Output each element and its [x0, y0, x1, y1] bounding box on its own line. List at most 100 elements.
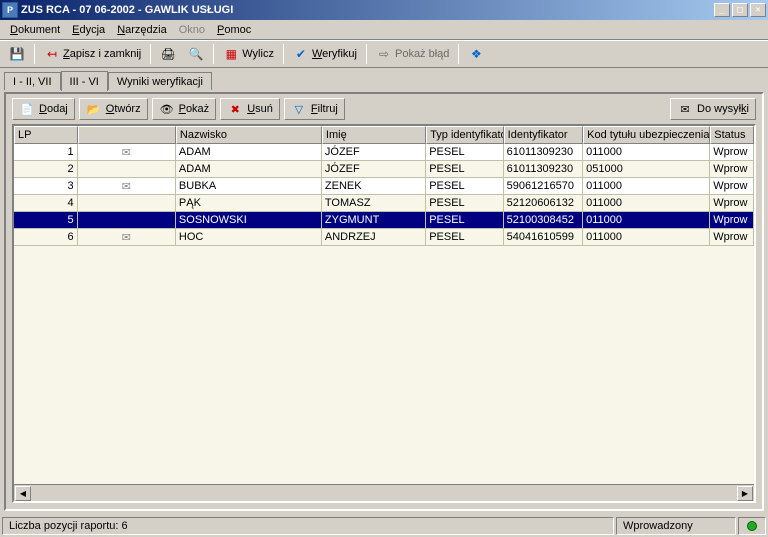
filter-icon: ▽ — [291, 102, 307, 116]
cell-typ: PESEL — [426, 144, 503, 160]
data-grid[interactable]: LP Nazwisko Imię Typ identyfikatora Iden… — [12, 124, 756, 503]
cell-typ: PESEL — [426, 212, 503, 228]
separator — [366, 44, 367, 64]
usun-button[interactable]: ✖Usuń — [220, 98, 280, 120]
cell-status: Wprow — [710, 144, 754, 160]
show-error-button[interactable]: ⇨Pokaż błąd — [371, 43, 454, 65]
cell-lp: 5 — [14, 212, 78, 228]
weryfikuj-button[interactable]: ✔Weryfikuj — [288, 43, 362, 65]
tabstrip: I - II, VII III - VI Wyniki weryfikacji — [0, 68, 768, 90]
cell-typ: PESEL — [426, 161, 503, 177]
content-toolbar: 📄Dodaj 📂Otwórz 👁Pokaż ✖Usuń ▽Filtruj ✉Do… — [6, 94, 762, 124]
close-button[interactable]: ✕ — [750, 3, 766, 17]
col-nazwisko[interactable]: Nazwisko — [176, 126, 322, 144]
cell-kod: 011000 — [583, 229, 710, 245]
cell-env: ✉ — [78, 178, 176, 194]
status-indicator — [738, 517, 766, 535]
save-button[interactable]: 💾 — [4, 43, 30, 65]
cell-env: ✉ — [78, 229, 176, 245]
calculate-icon: ▦ — [223, 46, 239, 62]
menu-dokument[interactable]: Dokument — [4, 22, 66, 38]
save-icon: 💾 — [9, 46, 25, 62]
cell-imie: ZYGMUNT — [322, 212, 426, 228]
table-row[interactable]: 4PĄKTOMASZPESEL52120606132011000Wprow — [14, 195, 754, 212]
check-icon: ✔ — [293, 46, 309, 62]
filtruj-button[interactable]: ▽Filtruj — [284, 98, 345, 120]
cell-status: Wprow — [710, 229, 754, 245]
do-wysylki-button[interactable]: ✉Do wysyłki — [670, 98, 756, 120]
tab-3[interactable]: Wyniki weryfikacji — [108, 72, 212, 90]
open-icon: 📂 — [86, 102, 102, 116]
table-row[interactable]: 5SOSNOWSKIZYGMUNTPESEL52100308452011000W… — [14, 212, 754, 229]
col-lp[interactable]: LP — [14, 126, 78, 144]
col-kod[interactable]: Kod tytułu ubezpieczenia — [583, 126, 710, 144]
menubar: Dokument Edycja Narzędzia Okno Pomoc — [0, 20, 768, 40]
cell-status: Wprow — [710, 161, 754, 177]
green-dot-icon — [747, 521, 757, 531]
grid-header: LP Nazwisko Imię Typ identyfikatora Iden… — [14, 126, 754, 144]
separator — [150, 44, 151, 64]
minimize-button[interactable]: _ — [714, 3, 730, 17]
separator — [458, 44, 459, 64]
delete-icon: ✖ — [227, 102, 243, 116]
wylicz-button[interactable]: ▦Wylicz — [218, 43, 279, 65]
table-row[interactable]: 3✉BUBKAZENEKPESEL59061216570011000Wprow — [14, 178, 754, 195]
print-button[interactable]: 🖨 — [155, 43, 181, 65]
mail-icon: ✉ — [677, 102, 693, 116]
horizontal-scrollbar[interactable]: ◀ ▶ — [14, 484, 754, 501]
toolbar: 💾 ↤Zapisz i zamknij 🖨 🔍 ▦Wylicz ✔Weryfik… — [0, 40, 768, 68]
col-imie[interactable]: Imię — [322, 126, 426, 144]
cell-ident: 52100308452 — [504, 212, 583, 228]
col-env[interactable] — [78, 126, 176, 144]
grid-body: 1✉ADAMJÓZEFPESEL61011309230011000Wprow2A… — [14, 144, 754, 484]
cell-nazwisko: BUBKA — [176, 178, 322, 194]
envelope-icon: ✉ — [122, 146, 131, 159]
cell-kod: 051000 — [583, 161, 710, 177]
scroll-left-button[interactable]: ◀ — [15, 486, 31, 501]
maximize-button[interactable]: □ — [732, 3, 748, 17]
col-ident[interactable]: Identyfikator — [504, 126, 583, 144]
tab-2[interactable]: III - VI — [61, 71, 108, 91]
preview-button[interactable]: 🔍 — [183, 43, 209, 65]
menu-edycja[interactable]: Edycja — [66, 22, 111, 38]
help-button[interactable]: ❖ — [463, 43, 489, 65]
cell-typ: PESEL — [426, 229, 503, 245]
separator — [213, 44, 214, 64]
table-row[interactable]: 1✉ADAMJÓZEFPESEL61011309230011000Wprow — [14, 144, 754, 161]
cell-kod: 011000 — [583, 212, 710, 228]
error-icon: ⇨ — [376, 46, 392, 62]
table-row[interactable]: 2ADAMJÓZEFPESEL61011309230051000Wprow — [14, 161, 754, 178]
cell-kod: 011000 — [583, 144, 710, 160]
col-typ[interactable]: Typ identyfikatora — [426, 126, 503, 144]
menu-narzedzia[interactable]: Narzędzia — [111, 22, 173, 38]
cell-ident: 52120606132 — [504, 195, 583, 211]
envelope-icon: ✉ — [122, 180, 131, 193]
tab-1[interactable]: I - II, VII — [4, 72, 61, 90]
cell-typ: PESEL — [426, 195, 503, 211]
cell-ident: 61011309230 — [504, 144, 583, 160]
pokaz-button[interactable]: 👁Pokaż — [152, 98, 217, 120]
cell-nazwisko: SOSNOWSKI — [176, 212, 322, 228]
cell-imie: ZENEK — [322, 178, 426, 194]
cell-env — [78, 212, 176, 228]
table-row[interactable]: 6✉HOCANDRZEJPESEL54041610599011000Wprow — [14, 229, 754, 246]
save-close-button[interactable]: ↤Zapisz i zamknij — [39, 43, 146, 65]
scroll-right-button[interactable]: ▶ — [737, 486, 753, 501]
dodaj-button[interactable]: 📄Dodaj — [12, 98, 75, 120]
cell-ident: 61011309230 — [504, 161, 583, 177]
otworz-button[interactable]: 📂Otwórz — [79, 98, 148, 120]
cell-nazwisko: HOC — [176, 229, 322, 245]
statusbar: Liczba pozycji raportu: 6 Wprowadzony — [0, 515, 768, 537]
cell-status: Wprow — [710, 178, 754, 194]
cell-kod: 011000 — [583, 178, 710, 194]
cell-kod: 011000 — [583, 195, 710, 211]
menu-pomoc[interactable]: Pomoc — [211, 22, 257, 38]
col-status[interactable]: Status — [710, 126, 754, 144]
cell-typ: PESEL — [426, 178, 503, 194]
cell-imie: JÓZEF — [322, 161, 426, 177]
preview-icon: 🔍 — [188, 46, 204, 62]
cell-imie: TOMASZ — [322, 195, 426, 211]
status-state: Wprowadzony — [616, 517, 736, 535]
print-icon: 🖨 — [160, 46, 176, 62]
content-panel: 📄Dodaj 📂Otwórz 👁Pokaż ✖Usuń ▽Filtruj ✉Do… — [4, 92, 764, 511]
